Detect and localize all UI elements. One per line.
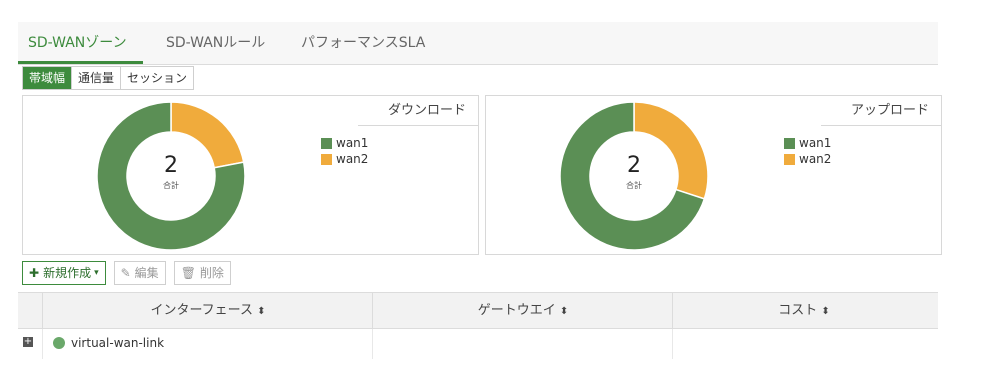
sort-icon: ⬍ xyxy=(257,306,266,317)
interface-link[interactable]: virtual-wan-link xyxy=(53,336,164,350)
header-gateway-label: ゲートウエイ xyxy=(477,303,556,318)
legend-label-wan2: wan2 xyxy=(799,152,832,166)
legend-label-wan1: wan1 xyxy=(336,136,369,150)
action-toolbar: ✚ 新規作成 ▾ ✎ 編集 🗑 削除 xyxy=(22,261,239,285)
upload-legend: wan1 wan2 xyxy=(784,135,831,167)
edit-label: 編集 xyxy=(134,266,159,280)
table-header: インターフェース ⬍ ゲートウエイ ⬍ コスト ⬍ xyxy=(18,292,938,329)
tab-sdwan-rules[interactable]: SD-WANルール xyxy=(166,32,265,52)
tab-performance-sla[interactable]: パフォーマンスSLA xyxy=(301,32,425,52)
legend-item-wan2[interactable]: wan2 xyxy=(321,151,368,167)
header-gateway[interactable]: ゲートウエイ ⬍ xyxy=(372,293,673,328)
header-expand-column xyxy=(18,293,42,328)
header-cost-label: コスト xyxy=(778,303,818,318)
upload-chart-title: アップロード xyxy=(821,96,941,126)
plus-icon: ✚ xyxy=(29,266,40,280)
table-row[interactable]: + virtual-wan-link xyxy=(18,329,938,359)
upload-chart-panel: 2 合計 アップロード wan1 wan2 xyxy=(485,95,942,255)
header-cost[interactable]: コスト ⬍ xyxy=(672,293,935,328)
caret-down-icon: ▾ xyxy=(94,268,99,278)
delete-label: 削除 xyxy=(199,266,224,280)
legend-label-wan2: wan2 xyxy=(336,152,369,166)
main-tabs: SD-WANゾーン SD-WANルール パフォーマンスSLA xyxy=(18,22,938,65)
interface-name: virtual-wan-link xyxy=(71,336,165,350)
legend-label-wan1: wan1 xyxy=(799,136,832,150)
create-new-button[interactable]: ✚ 新規作成 ▾ xyxy=(22,261,106,285)
trash-icon: 🗑 xyxy=(180,266,196,280)
legend-item-wan1[interactable]: wan1 xyxy=(784,135,831,151)
header-interface[interactable]: インターフェース ⬍ xyxy=(42,293,373,328)
legend-item-wan2[interactable]: wan2 xyxy=(784,151,831,167)
delete-button[interactable]: 🗑 削除 xyxy=(173,261,231,285)
header-interface-label: インターフェース xyxy=(150,303,254,318)
legend-swatch-wan2 xyxy=(784,153,795,165)
download-total-value: 2 xyxy=(164,153,178,178)
sort-icon: ⬍ xyxy=(821,306,830,317)
sort-icon: ⬍ xyxy=(559,306,569,317)
subtab-bandwidth[interactable]: 帯域幅 xyxy=(23,67,73,89)
expand-icon[interactable]: + xyxy=(23,337,33,347)
active-tab-indicator xyxy=(18,61,143,64)
gateway-cell xyxy=(372,329,673,359)
legend-swatch-wan1 xyxy=(784,137,795,149)
download-chart-title: ダウンロード xyxy=(358,96,478,126)
download-legend: wan1 wan2 xyxy=(321,135,368,167)
cost-cell xyxy=(672,329,935,359)
subtab-sessions[interactable]: セッション xyxy=(121,67,194,89)
interfaces-table: インターフェース ⬍ ゲートウエイ ⬍ コスト ⬍ + virtual-wan-… xyxy=(18,292,938,359)
pencil-icon: ✎ xyxy=(120,266,131,280)
download-total-label: 合計 xyxy=(163,181,179,190)
upload-total-value: 2 xyxy=(627,153,641,178)
metric-subtabs: 帯域幅 通信量 セッション xyxy=(22,66,195,90)
upload-total-label: 合計 xyxy=(626,181,642,190)
create-new-label: 新規作成 xyxy=(43,266,92,280)
edit-button[interactable]: ✎ 編集 xyxy=(113,261,166,285)
legend-item-wan1[interactable]: wan1 xyxy=(321,135,368,151)
legend-swatch-wan1 xyxy=(321,137,332,149)
globe-icon xyxy=(53,337,65,349)
tab-sdwan-zone[interactable]: SD-WANゾーン xyxy=(28,32,127,52)
subtab-traffic[interactable]: 通信量 xyxy=(72,67,122,89)
legend-swatch-wan2 xyxy=(321,153,332,165)
download-chart-panel: 2 合計 ダウンロード wan1 wan2 xyxy=(22,95,479,255)
